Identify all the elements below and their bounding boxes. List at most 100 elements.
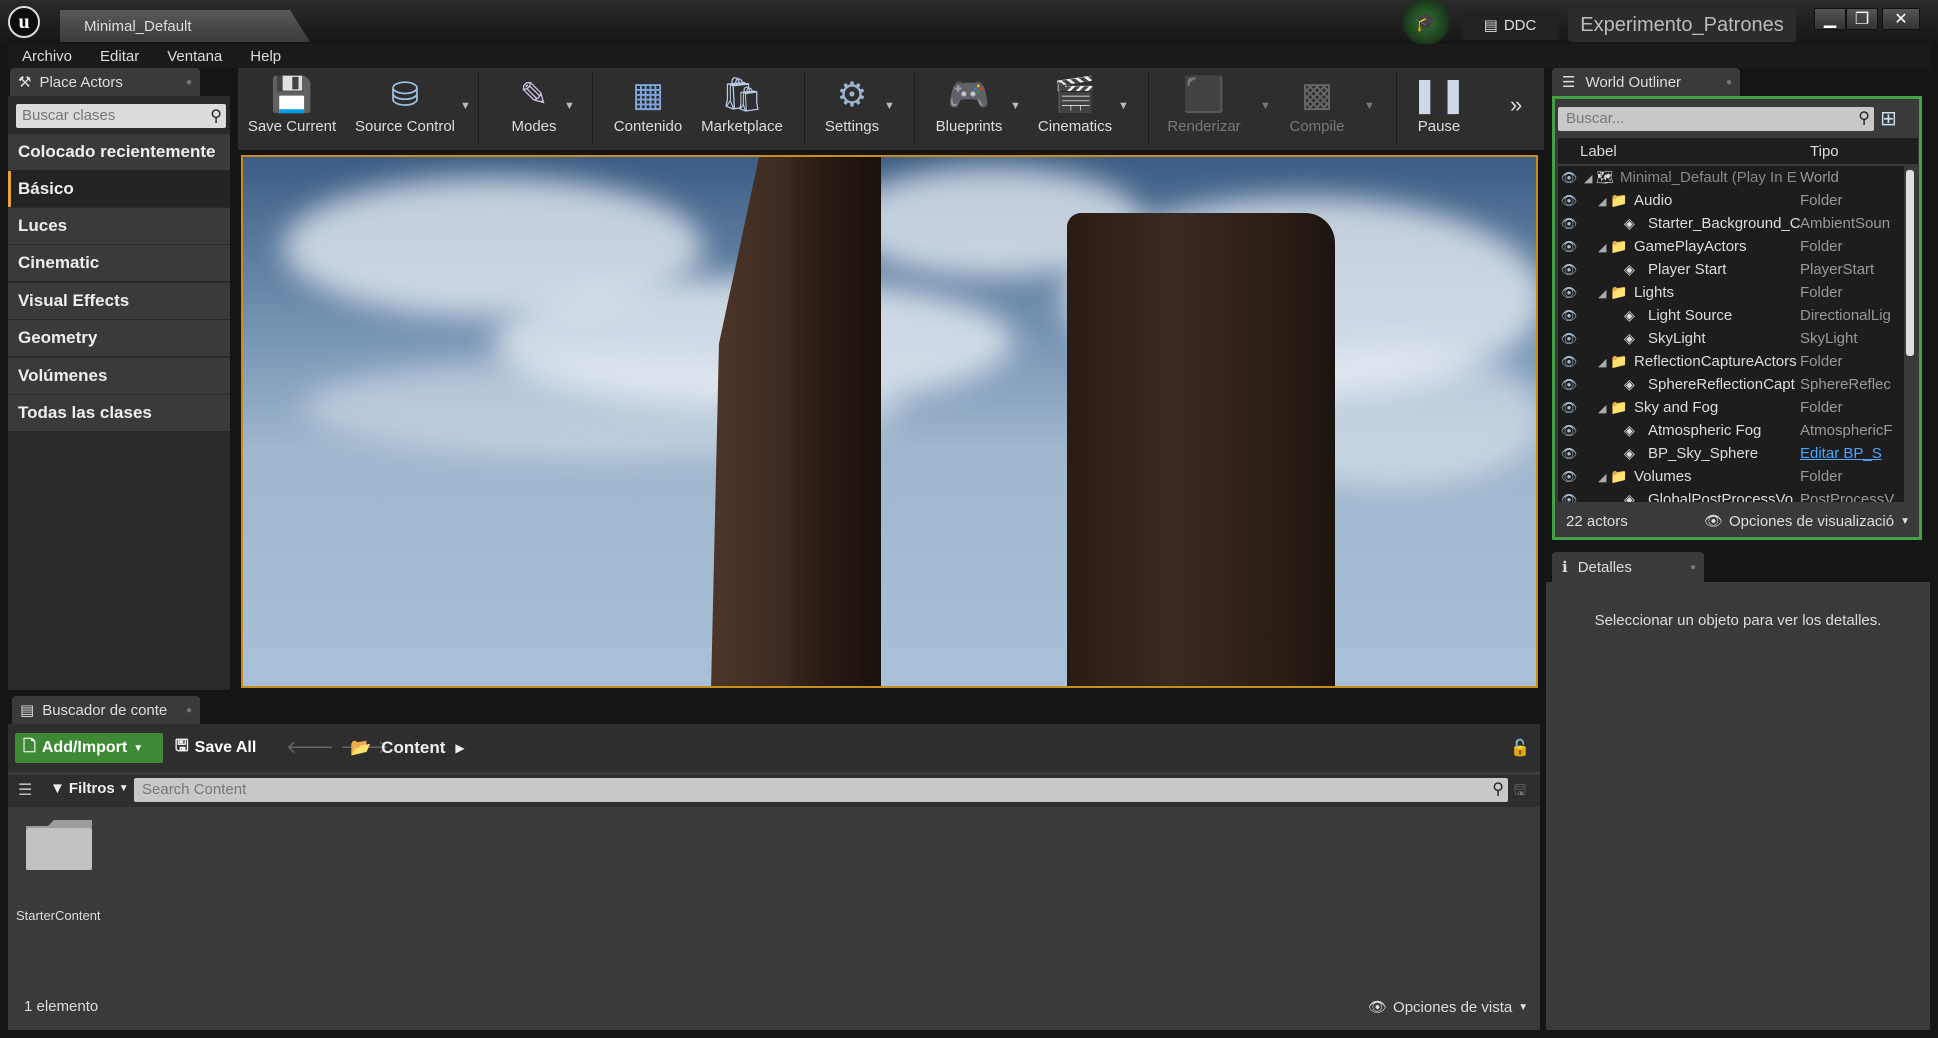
visibility-eye-icon[interactable]: 👁	[1558, 423, 1580, 439]
back-arrow-icon[interactable]: 🡐	[286, 737, 340, 757]
category-geometry[interactable]: Geometry	[8, 320, 230, 356]
renderizar-button[interactable]: ⬛ Renderizar	[1160, 72, 1248, 144]
filters-button[interactable]: ▼ Filtros ▼	[50, 780, 129, 797]
visibility-eye-icon[interactable]: 👁	[1558, 331, 1580, 347]
add-folder-icon[interactable]: ⊞	[1880, 106, 1897, 131]
save-search-icon[interactable]: 🖫	[1514, 780, 1526, 804]
tab-close-icon[interactable]: ●	[1726, 77, 1732, 88]
lock-icon[interactable]: 🔓	[1510, 738, 1530, 758]
outliner-row[interactable]: 👁 ◢ 🗺 Minimal_Default (Play In E World	[1558, 166, 1904, 189]
outliner-row[interactable]: 👁 ◈ BP_Sky_Sphere Editar BP_S	[1558, 442, 1904, 465]
outliner-row[interactable]: 👁 ◈ Starter_Background_C AmbientSoun	[1558, 212, 1904, 235]
category-cinematic[interactable]: Cinematic	[8, 245, 230, 281]
details-tab[interactable]: ℹ Detalles ●	[1552, 552, 1704, 582]
tutorial-button[interactable]: 🎓	[1395, 0, 1457, 47]
outliner-row[interactable]: 👁 ◈ Atmospheric Fog AtmosphericF	[1558, 419, 1904, 442]
pause-button[interactable]: ❚❚ Pause	[1410, 72, 1468, 144]
outliner-view-options-button[interactable]: 👁 Opciones de visualizació ▼	[1704, 512, 1910, 531]
visibility-eye-icon[interactable]: 👁	[1558, 377, 1580, 393]
expand-arrow-icon[interactable]: ◢	[1598, 195, 1610, 208]
outliner-row[interactable]: 👁 ◢ 📁 Volumes Folder	[1558, 465, 1904, 488]
visibility-eye-icon[interactable]: 👁	[1558, 492, 1580, 503]
visibility-eye-icon[interactable]: 👁	[1558, 285, 1580, 301]
outliner-row[interactable]: 👁 ◢ 📁 Lights Folder	[1558, 281, 1904, 304]
save-current-button[interactable]: 💾 Save Current	[246, 72, 338, 144]
outliner-row[interactable]: 👁 ◈ Player Start PlayerStart	[1558, 258, 1904, 281]
visibility-eye-icon[interactable]: 👁	[1558, 469, 1580, 485]
place-actors-tab[interactable]: ⚒ Place Actors ●	[10, 68, 200, 96]
level-tab[interactable]: Minimal_Default	[60, 10, 310, 42]
outliner-row[interactable]: 👁 ◢ 📁 Audio Folder	[1558, 189, 1904, 212]
expand-arrow-icon[interactable]: ◢	[1598, 471, 1610, 484]
expand-arrow-icon[interactable]: ◢	[1598, 241, 1610, 254]
folder-icon[interactable]	[24, 818, 94, 872]
tab-close-icon[interactable]: ●	[186, 77, 192, 88]
unreal-logo-icon[interactable]: u	[8, 6, 40, 38]
menu-editar[interactable]: Editar	[86, 44, 153, 68]
sources-panel-toggle-icon[interactable]: ☰	[18, 780, 32, 800]
visibility-eye-icon[interactable]: 👁	[1558, 262, 1580, 278]
save-all-button[interactable]: 🖫 Save All	[175, 733, 275, 763]
source-control-dropdown-icon[interactable]: ▼	[460, 100, 471, 112]
visibility-eye-icon[interactable]: 👁	[1558, 354, 1580, 370]
ddc-button[interactable]: ▤ DDC	[1462, 10, 1558, 40]
world-outliner-tab[interactable]: ☰ World Outliner ●	[1552, 68, 1740, 96]
category-luces[interactable]: Luces	[8, 208, 230, 244]
category-visual-effects[interactable]: Visual Effects	[8, 283, 230, 319]
category-colocado-recientemente[interactable]: Colocado recientemente	[8, 134, 230, 170]
outliner-row[interactable]: 👁 ◈ Light Source DirectionalLig	[1558, 304, 1904, 327]
outliner-row[interactable]: 👁 ◈ GlobalPostProcessVo PostProcessV	[1558, 488, 1904, 502]
chevron-right-icon[interactable]: ▶	[455, 741, 464, 755]
path-breadcrumb[interactable]: 📂 Content ▶	[350, 733, 465, 763]
settings-dropdown-icon[interactable]: ▼	[884, 100, 895, 112]
modes-dropdown-icon[interactable]: ▼	[564, 100, 575, 112]
modes-button[interactable]: ✎ Modes	[502, 72, 566, 144]
visibility-eye-icon[interactable]: 👁	[1558, 193, 1580, 209]
level-viewport[interactable]	[241, 155, 1538, 688]
visibility-eye-icon[interactable]: 👁	[1558, 216, 1580, 232]
outliner-search-input[interactable]: Buscar... ⚲	[1558, 107, 1874, 131]
outliner-row[interactable]: 👁 ◢ 📁 ReflectionCaptureActors Folder	[1558, 350, 1904, 373]
renderizar-dropdown-icon[interactable]: ▼	[1260, 100, 1271, 112]
maximize-button[interactable]: ❐	[1846, 8, 1878, 30]
tab-close-icon[interactable]: ●	[186, 705, 192, 716]
category-basico[interactable]: Básico	[8, 171, 230, 207]
blueprints-button[interactable]: 🎮 Blueprints	[928, 72, 1010, 144]
close-button[interactable]: ✕	[1882, 8, 1920, 30]
settings-button[interactable]: ⚙ Settings	[816, 72, 888, 144]
visibility-eye-icon[interactable]: 👁	[1558, 446, 1580, 462]
visibility-eye-icon[interactable]: 👁	[1558, 239, 1580, 255]
tab-close-icon[interactable]: ●	[1690, 562, 1696, 573]
cinematics-button[interactable]: 🎬 Cinematics	[1032, 72, 1118, 144]
expand-arrow-icon[interactable]: ◢	[1598, 356, 1610, 369]
view-options-button[interactable]: 👁 Opciones de vista ▼	[1368, 998, 1528, 1017]
visibility-eye-icon[interactable]: 👁	[1558, 308, 1580, 324]
expand-arrow-icon[interactable]: ◢	[1598, 287, 1610, 300]
menu-help[interactable]: Help	[236, 44, 295, 68]
category-volumenes[interactable]: Volúmenes	[8, 358, 230, 394]
path-content[interactable]: Content	[381, 738, 445, 758]
category-todas-las-clases[interactable]: Todas las clases	[8, 395, 230, 431]
outliner-scrollbar[interactable]	[1906, 170, 1914, 356]
source-control-button[interactable]: ⛁ Source Control	[350, 72, 460, 144]
marketplace-button[interactable]: 🛍 Marketplace	[696, 72, 788, 144]
menu-ventana[interactable]: Ventana	[153, 44, 236, 68]
edit-blueprint-link[interactable]: Editar BP_S	[1800, 445, 1896, 462]
outliner-row[interactable]: 👁 ◈ SphereReflectionCapt SphereReflec	[1558, 373, 1904, 396]
compile-button[interactable]: ▩ Compile	[1280, 72, 1354, 144]
class-search-input[interactable]: Buscar clases ⚲	[16, 104, 226, 128]
content-browser-tab[interactable]: ▤ Buscador de conte ●	[12, 696, 200, 724]
column-type[interactable]: Tipo	[1810, 143, 1839, 160]
cinematics-dropdown-icon[interactable]: ▼	[1118, 100, 1129, 112]
outliner-row[interactable]: 👁 ◢ 📁 GamePlayActors Folder	[1558, 235, 1904, 258]
compile-dropdown-icon[interactable]: ▼	[1364, 100, 1375, 112]
column-label[interactable]: Label	[1558, 143, 1810, 160]
blueprints-dropdown-icon[interactable]: ▼	[1010, 100, 1021, 112]
visibility-eye-icon[interactable]: 👁	[1558, 170, 1580, 186]
asset-label[interactable]: StarterContent	[16, 908, 101, 923]
add-import-button[interactable]: 🗋 Add/Import ▼	[15, 733, 163, 763]
toolbar-overflow-icon[interactable]: »	[1510, 92, 1522, 118]
contenido-button[interactable]: ▦ Contenido	[608, 72, 688, 144]
minimize-button[interactable]: ▁	[1814, 8, 1846, 30]
expand-arrow-icon[interactable]: ◢	[1584, 172, 1596, 185]
